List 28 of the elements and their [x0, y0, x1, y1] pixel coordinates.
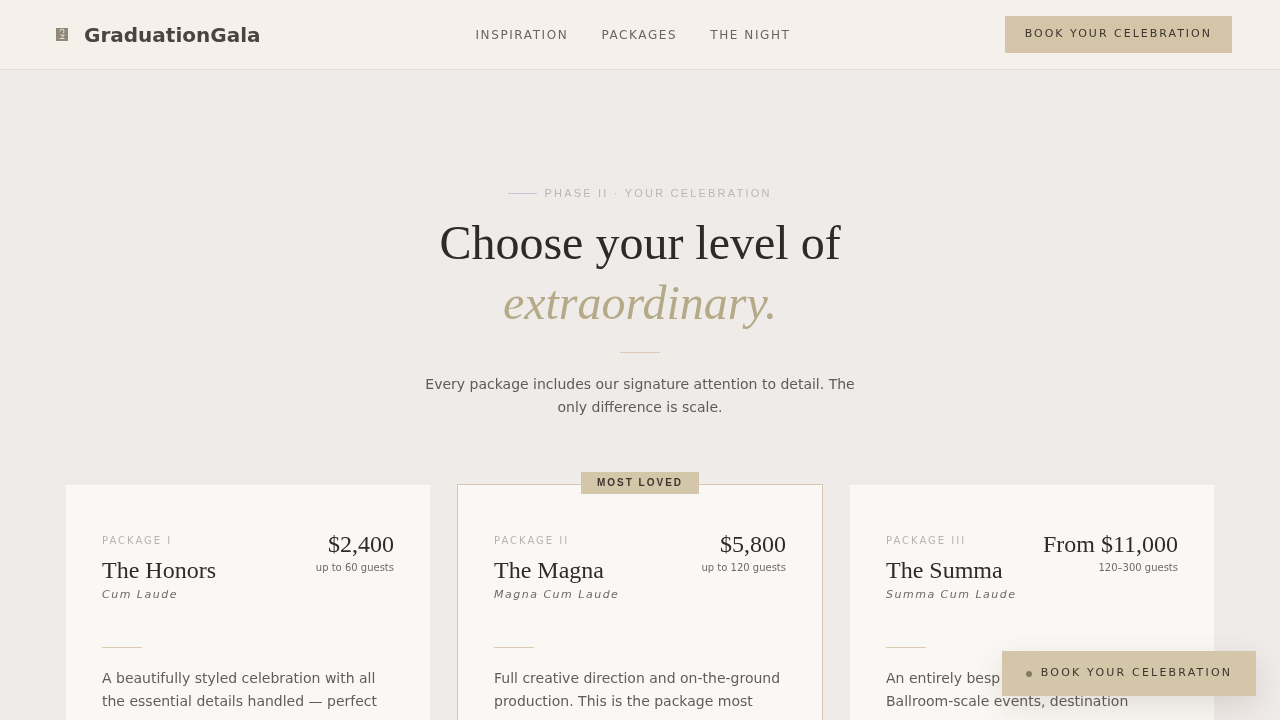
featured-badge: MOST LOVED — [580, 472, 700, 494]
brand-name[interactable]: GraduationGala — [84, 19, 261, 50]
nav-link[interactable]: INSPIRATION — [475, 25, 569, 44]
section-heading: Choose your level of — [439, 215, 841, 271]
nav-link[interactable]: PACKAGES — [601, 25, 678, 44]
description-line: Full creative direction and on-the-ground — [494, 669, 781, 688]
description-line: An entirely besp — [886, 669, 1001, 688]
honor-subtitle: Summa Cum Laude — [886, 588, 1017, 602]
description-line: the essential details handled — perfect — [102, 692, 377, 711]
package-price: $5,800 — [720, 530, 786, 559]
nav-link[interactable]: THE NIGHT — [710, 25, 791, 44]
package-name: The Magna — [494, 556, 604, 585]
package-name: The Honors — [102, 556, 216, 585]
heading-accent: extraordinary. — [502, 275, 778, 331]
logo-icon — [56, 28, 68, 41]
package-price: $2,400 — [328, 530, 394, 559]
guest-count: up to 120 guests — [701, 561, 786, 575]
section-intro: Every package includes our signature attention to detail. The only difference is scale. — [424, 375, 856, 417]
description-line: A beautifully styled celebration with all — [102, 669, 376, 688]
description-line: production. This is the package most — [494, 692, 753, 711]
package-name: The Summa — [886, 556, 1003, 585]
honor-subtitle: Cum Laude — [102, 588, 178, 602]
floating-book-button[interactable]: BOOK YOUR CELEBRATION — [1002, 651, 1256, 696]
book-celebration-button[interactable]: BOOK YOUR CELEBRATION — [1004, 16, 1232, 53]
package-price: From $11,000 — [1042, 530, 1178, 559]
guest-count: up to 60 guests — [315, 561, 394, 575]
guest-count: 120–300 guests — [1098, 561, 1178, 575]
honor-subtitle: Magna Cum Laude — [494, 588, 620, 602]
